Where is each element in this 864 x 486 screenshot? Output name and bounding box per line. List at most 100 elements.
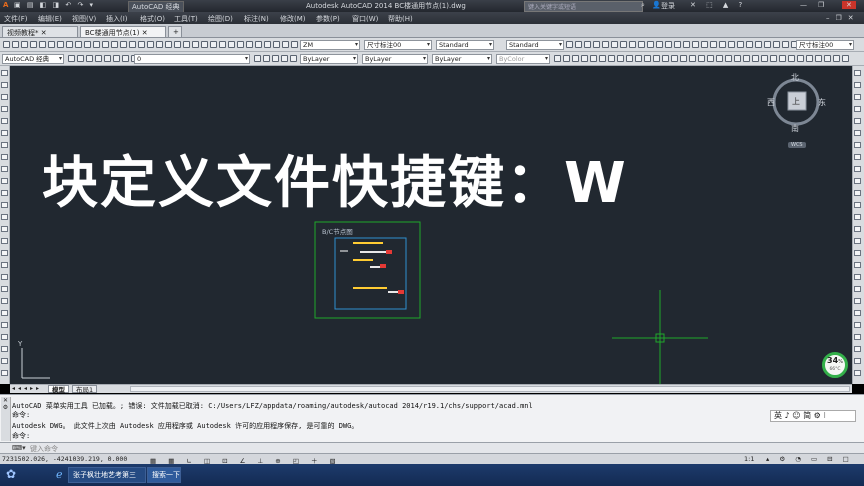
toolbar-button-icon[interactable]: [113, 55, 120, 62]
toolbar-button-icon[interactable]: [692, 41, 699, 48]
toolbar-button-icon[interactable]: [1, 322, 8, 328]
toolbar-button-icon[interactable]: [824, 55, 831, 62]
toolbar-button-icon[interactable]: [617, 55, 624, 62]
toolbar-button-icon[interactable]: [1, 154, 8, 160]
toolbar-button-icon[interactable]: [719, 41, 726, 48]
restore-button[interactable]: ❐: [818, 1, 824, 9]
toolbar-button-icon[interactable]: [1, 214, 8, 220]
layout-nav-arrows[interactable]: ◂◂◂▸▸: [12, 385, 42, 392]
workspace-select[interactable]: AutoCAD 经典: [2, 54, 64, 64]
toolbar-button-icon[interactable]: [572, 55, 579, 62]
text-style-select[interactable]: ZM: [300, 40, 360, 50]
toolbar-button-icon[interactable]: [854, 262, 861, 268]
toolbar-button-icon[interactable]: [854, 190, 861, 196]
toolbar-button-icon[interactable]: [282, 41, 289, 48]
toolbar-button-icon[interactable]: [854, 310, 861, 316]
toolbar-button-icon[interactable]: [111, 41, 118, 48]
toolbar-button-icon[interactable]: [788, 55, 795, 62]
menu-window[interactable]: 窗口(W): [352, 14, 378, 24]
toolbar-button-icon[interactable]: [1, 202, 8, 208]
toolbar-button-icon[interactable]: [584, 41, 591, 48]
toolbar-button-icon[interactable]: [129, 41, 136, 48]
toolbar-button-icon[interactable]: [770, 55, 777, 62]
toolbar-button-icon[interactable]: [30, 41, 37, 48]
toolbar-button-icon[interactable]: [854, 118, 861, 124]
toolbar-button-icon[interactable]: [761, 55, 768, 62]
toolbar-button-icon[interactable]: [653, 55, 660, 62]
search-icon[interactable]: ⌕: [641, 1, 645, 10]
status-tray-icons[interactable]: ▴ ⚙ ◔ ▭ ⊟ □: [766, 455, 853, 463]
command-input-bar[interactable]: ⌨▾ 键入命令: [0, 442, 864, 453]
toolbar-button-icon[interactable]: [48, 41, 55, 48]
tab-video-tutorial[interactable]: 视频教程* ✕: [2, 26, 78, 37]
toolbar-button-icon[interactable]: [815, 55, 822, 62]
toolbar-button-icon[interactable]: [581, 55, 588, 62]
wcs-menu[interactable]: WCS: [788, 142, 806, 148]
toolbar-button-icon[interactable]: [201, 41, 208, 48]
toolbar-button-icon[interactable]: [246, 41, 253, 48]
toolbar-button-icon[interactable]: [1, 286, 8, 292]
toolbar-button-icon[interactable]: [147, 41, 154, 48]
toolbar-button-icon[interactable]: [854, 334, 861, 340]
color-select[interactable]: ByLayer: [300, 54, 358, 64]
dim-style-select[interactable]: 尺寸标注00: [364, 40, 432, 50]
toolbar-button-icon[interactable]: [725, 55, 732, 62]
toolbar-button-icon[interactable]: [644, 55, 651, 62]
plotstyle-select[interactable]: ByColor: [496, 54, 550, 64]
toolbar-button-icon[interactable]: [755, 41, 762, 48]
mleader-style-select[interactable]: Standard: [506, 40, 564, 50]
toolbar-button-icon[interactable]: [671, 55, 678, 62]
ie-icon[interactable]: ℯ: [56, 468, 63, 481]
menu-edit[interactable]: 编辑(E): [38, 14, 62, 24]
toolbar-button-icon[interactable]: [854, 238, 861, 244]
lineweight-select[interactable]: ByLayer: [432, 54, 492, 64]
toolbar-button-icon[interactable]: [93, 41, 100, 48]
toolbar-button-icon[interactable]: [77, 55, 84, 62]
toolbar-button-icon[interactable]: [665, 41, 672, 48]
toolbar-button-icon[interactable]: [728, 41, 735, 48]
menu-modify[interactable]: 修改(M): [280, 14, 306, 24]
toolbar-button-icon[interactable]: [104, 55, 111, 62]
toolbar-button-icon[interactable]: [608, 55, 615, 62]
toolbar-button-icon[interactable]: [563, 55, 570, 62]
toolbar-button-icon[interactable]: [734, 55, 741, 62]
menu-dimension[interactable]: 标注(N): [244, 14, 269, 24]
toolbar-button-icon[interactable]: [156, 41, 163, 48]
toolbar-button-icon[interactable]: [602, 41, 609, 48]
toolbar-button-icon[interactable]: [1, 334, 8, 340]
toolbar-button-icon[interactable]: [656, 41, 663, 48]
tab-model[interactable]: 模型: [48, 385, 69, 394]
toolbar-button-icon[interactable]: [599, 55, 606, 62]
toolbar-button-icon[interactable]: [854, 202, 861, 208]
toolbar-button-icon[interactable]: [1, 346, 8, 352]
tab-layout1[interactable]: 布局1: [72, 385, 98, 394]
drawing-canvas[interactable]: Y B/C节点图 块定义文件快捷键：W 北 南 东 西 上 WCS 34% 66…: [10, 66, 852, 384]
login-link[interactable]: 登录: [661, 1, 675, 11]
toolbar-button-icon[interactable]: [1, 250, 8, 256]
taskbar-item-video[interactable]: 张子枫壮地艺考第三: [68, 467, 146, 483]
toolbar-button-icon[interactable]: [1, 358, 8, 364]
toolbar-button-icon[interactable]: [1, 70, 8, 76]
toolbar-button-icon[interactable]: [575, 41, 582, 48]
toolbar-button-icon[interactable]: [1, 166, 8, 172]
table-style-select[interactable]: Standard: [436, 40, 494, 50]
toolbar-button-icon[interactable]: [611, 41, 618, 48]
toolbar-button-icon[interactable]: [620, 41, 627, 48]
toolbar-button-icon[interactable]: [854, 94, 861, 100]
tab-bc-node[interactable]: BC楼通用节点(1) ✕: [80, 26, 166, 37]
toolbar-button-icon[interactable]: [854, 358, 861, 364]
toolbar-button-icon[interactable]: [1, 298, 8, 304]
toolbar-button-icon[interactable]: [68, 55, 75, 62]
toolbar-button-icon[interactable]: [86, 55, 93, 62]
toolbar-button-icon[interactable]: [737, 41, 744, 48]
toolbar-button-icon[interactable]: [1, 310, 8, 316]
toolbar-button-icon[interactable]: [255, 41, 262, 48]
toolbar-button-icon[interactable]: [1, 262, 8, 268]
toolbar-button-icon[interactable]: [1, 94, 8, 100]
toolbar-button-icon[interactable]: [854, 322, 861, 328]
toolbar-button-icon[interactable]: [264, 41, 271, 48]
toolbar-button-icon[interactable]: [779, 55, 786, 62]
toolbar-button-icon[interactable]: [228, 41, 235, 48]
search-input[interactable]: 键入关键字或短语: [524, 1, 643, 12]
toolbar-button-icon[interactable]: [635, 55, 642, 62]
